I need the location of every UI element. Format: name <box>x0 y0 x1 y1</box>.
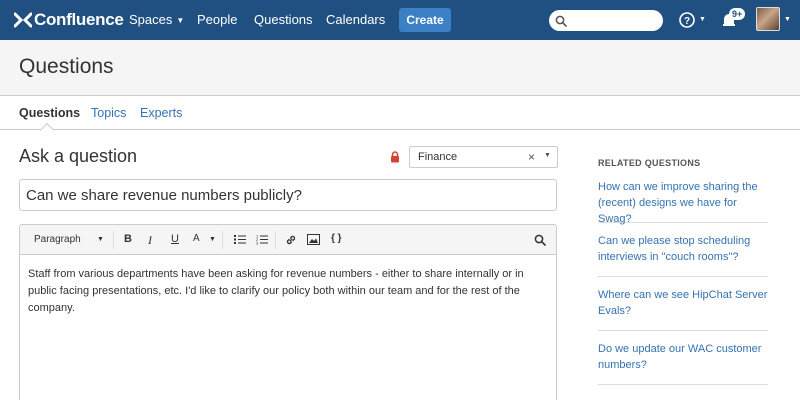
question-title-input[interactable]: Can we share revenue numbers publicly? <box>19 179 557 211</box>
editor-toolbar: Paragraph ▼ B I U A ▼ 1 2 3 {} <box>20 225 556 255</box>
nav-spaces-menu[interactable]: Spaces ▼ <box>129 12 184 27</box>
image-icon[interactable] <box>307 234 320 248</box>
related-question-item: Can we please stop scheduling interviews… <box>598 231 768 277</box>
related-question-item: Where can we see HipChat Server Evals? <box>598 285 768 331</box>
question-title-value: Can we share revenue numbers publicly? <box>26 187 302 204</box>
page-header: Questions <box>0 40 800 96</box>
confluence-logo[interactable]: Confluence <box>14 9 124 31</box>
tab-experts[interactable]: Experts <box>140 106 182 120</box>
notification-count-badge: 9+ <box>729 8 746 20</box>
search-input[interactable] <box>549 10 663 31</box>
code-macro-button[interactable]: { } <box>331 233 342 244</box>
tab-topics[interactable]: Topics <box>91 106 126 120</box>
related-questions-list: How can we improve sharing the (recent) … <box>598 177 768 393</box>
link-icon[interactable] <box>285 234 297 249</box>
text-color-button[interactable]: A <box>193 233 200 244</box>
chevron-down-icon[interactable]: ▼ <box>209 236 216 243</box>
related-question-link[interactable]: Do we update our WAC customer numbers? <box>598 339 768 373</box>
toolbar-divider <box>275 231 276 249</box>
tab-questions[interactable]: Questions <box>19 106 80 120</box>
nav-spaces-label: Spaces <box>129 12 173 27</box>
paragraph-style-dropdown[interactable]: Paragraph <box>34 234 81 245</box>
chevron-down-icon: ▼ <box>699 16 706 23</box>
editor-body-text[interactable]: Staff from various departments have been… <box>28 266 548 317</box>
logo-text: Confluence <box>34 10 124 29</box>
chevron-down-icon: ▼ <box>176 16 185 25</box>
nav-calendars-link[interactable]: Calendars <box>326 12 385 27</box>
help-menu[interactable]: ? ▼ <box>679 12 706 33</box>
italic-button[interactable]: I <box>148 233 152 248</box>
tab-bar: Questions Topics Experts <box>0 97 800 130</box>
confluence-logo-icon <box>14 12 32 28</box>
related-question-link[interactable]: Can we please stop scheduling interviews… <box>598 231 768 265</box>
related-question-link[interactable]: How can we improve sharing the (recent) … <box>598 177 768 227</box>
top-navigation: Confluence Spaces ▼ People Questions Cale… <box>0 0 800 40</box>
question-editor[interactable]: Paragraph ▼ B I U A ▼ 1 2 3 {} Staff fr… <box>19 224 557 400</box>
related-question-item: How can we improve sharing the (recent) … <box>598 177 768 225</box>
underline-button[interactable]: U <box>171 233 179 245</box>
related-question-item: Do we update our WAC customer numbers? <box>598 339 768 385</box>
numbered-list-icon[interactable]: 1 2 3 <box>256 234 268 248</box>
toolbar-divider <box>222 231 223 249</box>
search-icon <box>555 14 567 32</box>
chevron-down-icon[interactable]: ▼ <box>544 152 551 159</box>
bold-button[interactable]: B <box>124 233 132 245</box>
nav-questions-link[interactable]: Questions <box>254 12 313 27</box>
help-icon: ? <box>679 12 695 32</box>
clear-icon[interactable]: × <box>528 150 535 164</box>
user-avatar[interactable] <box>756 7 780 31</box>
related-questions-heading: RELATED QUESTIONS <box>598 158 701 168</box>
space-select[interactable]: Finance × ▼ <box>409 146 558 168</box>
ask-question-heading: Ask a question <box>19 146 138 166</box>
svg-text:3: 3 <box>256 241 259 246</box>
bullet-list-icon[interactable] <box>234 234 246 248</box>
chevron-down-icon[interactable]: ▼ <box>97 236 104 243</box>
toolbar-divider <box>113 231 114 249</box>
space-select-value: Finance <box>418 151 458 163</box>
chevron-down-icon: ▼ <box>784 16 791 23</box>
nav-people-link[interactable]: People <box>197 12 237 27</box>
svg-text:?: ? <box>684 16 690 27</box>
page-title: Questions <box>19 55 114 78</box>
editor-search-icon[interactable] <box>534 234 546 249</box>
create-button[interactable]: Create <box>399 8 451 32</box>
related-question-link[interactable]: Where can we see HipChat Server Evals? <box>598 285 768 319</box>
lock-icon[interactable] <box>390 150 400 168</box>
